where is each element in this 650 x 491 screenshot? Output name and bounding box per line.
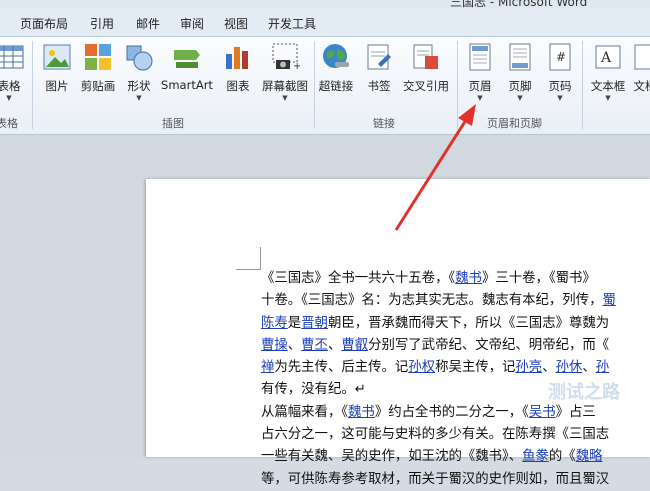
watermark: 测试之路: [548, 382, 620, 403]
text-run: 等，可供陈寿参考取材，而关于蜀汉的史作则如，而且蜀汉: [261, 471, 610, 487]
text-line[interactable]: 等，可供陈寿参考取材，而关于蜀汉的史作则如，而且蜀汉: [261, 469, 650, 491]
